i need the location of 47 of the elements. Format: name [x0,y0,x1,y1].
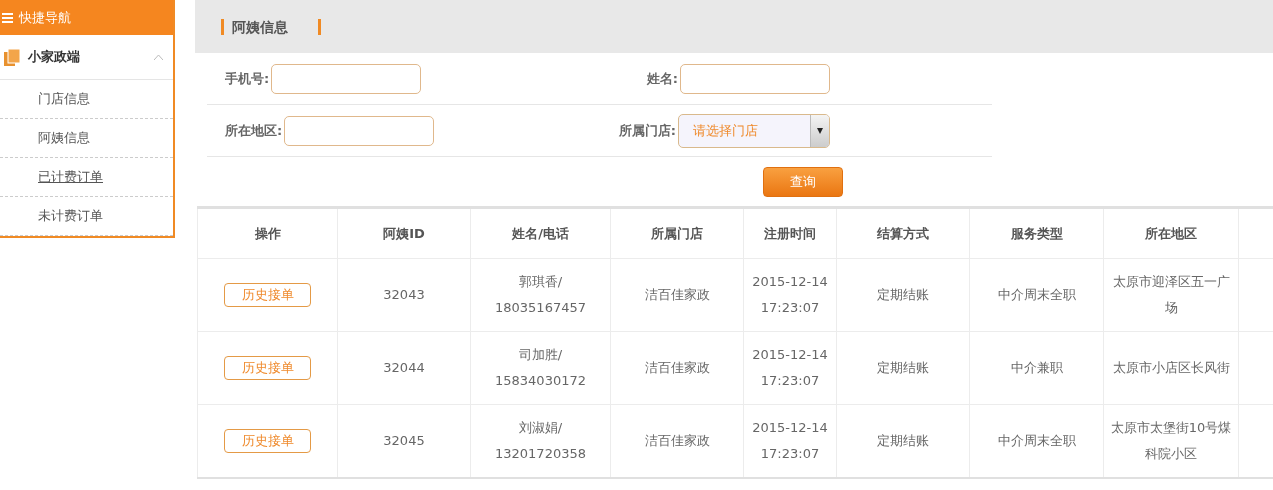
input-field[interactable] [271,63,422,94]
store-cell: 洁百佳家政 [644,433,710,448]
name-phone-cell: 郭琪香/ 18035167457 [495,274,586,315]
id-cell: 32044 [383,360,425,375]
date-cell: 2015-12-14 17:23:07 [752,420,828,461]
store-cell: 洁百佳家政 [644,360,710,375]
column-header: 所属门店 [610,207,744,259]
sidebar-title: 快捷导航 [19,8,71,27]
column-header: 结算方式 [836,207,970,259]
chevron-icon[interactable] [154,54,163,60]
column-header: 服务类型 [969,207,1104,259]
settlement-cell: 定期结账 [877,433,929,448]
page-title: 阿姨信息 [221,18,321,35]
input-field[interactable] [680,63,830,94]
column-header: 操作 [197,207,338,259]
input-field[interactable] [284,115,435,146]
settlement-cell: 定期结账 [877,287,929,302]
region-cell: 太原市迎泽区五一广场 [1112,274,1230,315]
field-label: 所属门店: [618,121,676,140]
settlement-cell: 定期结账 [877,360,929,375]
field-label: 姓名: [646,69,678,88]
region-cell: 太原市太堡街10号煤科院小区 [1110,420,1232,461]
menu-icon [2,12,13,23]
column-header: 姓名/电话 [470,207,611,259]
sidebar-item[interactable]: 门店信息 [0,80,173,119]
column-header: 所在地区 [1103,207,1239,259]
name-phone-cell: 刘淑娟/ 13201720358 [495,420,586,461]
sidebar-item[interactable]: 阿姨信息 [0,119,173,158]
column-header: 阿姨ID [337,207,471,259]
field-label: 手机号: [225,69,270,88]
date-cell: 2015-12-14 17:23:07 [752,274,828,315]
id-cell: 32043 [383,287,425,302]
service-cell: 中介周末全职 [997,287,1076,302]
name-phone-cell: 司加胜/ 15834030172 [495,347,586,388]
section-title[interactable]: 小家政端 [28,48,146,66]
field-label: 所在地区: [225,121,283,140]
date-cell: 2015-12-14 17:23:07 [752,347,828,388]
service-cell: 中介周末全职 [997,433,1076,448]
document-icon [4,48,20,66]
region-cell: 太原市小店区长风街 [1112,360,1230,375]
service-cell: 中介兼职 [1010,360,1063,375]
caret-icon [817,127,823,134]
sidebar-item[interactable]: 未计费订单 [0,197,173,236]
column-header: 注册时间 [743,207,837,259]
sidebar-item[interactable]: 已计费订单 [0,158,173,197]
id-cell: 32045 [383,433,425,448]
store-cell: 洁百佳家政 [644,287,710,302]
